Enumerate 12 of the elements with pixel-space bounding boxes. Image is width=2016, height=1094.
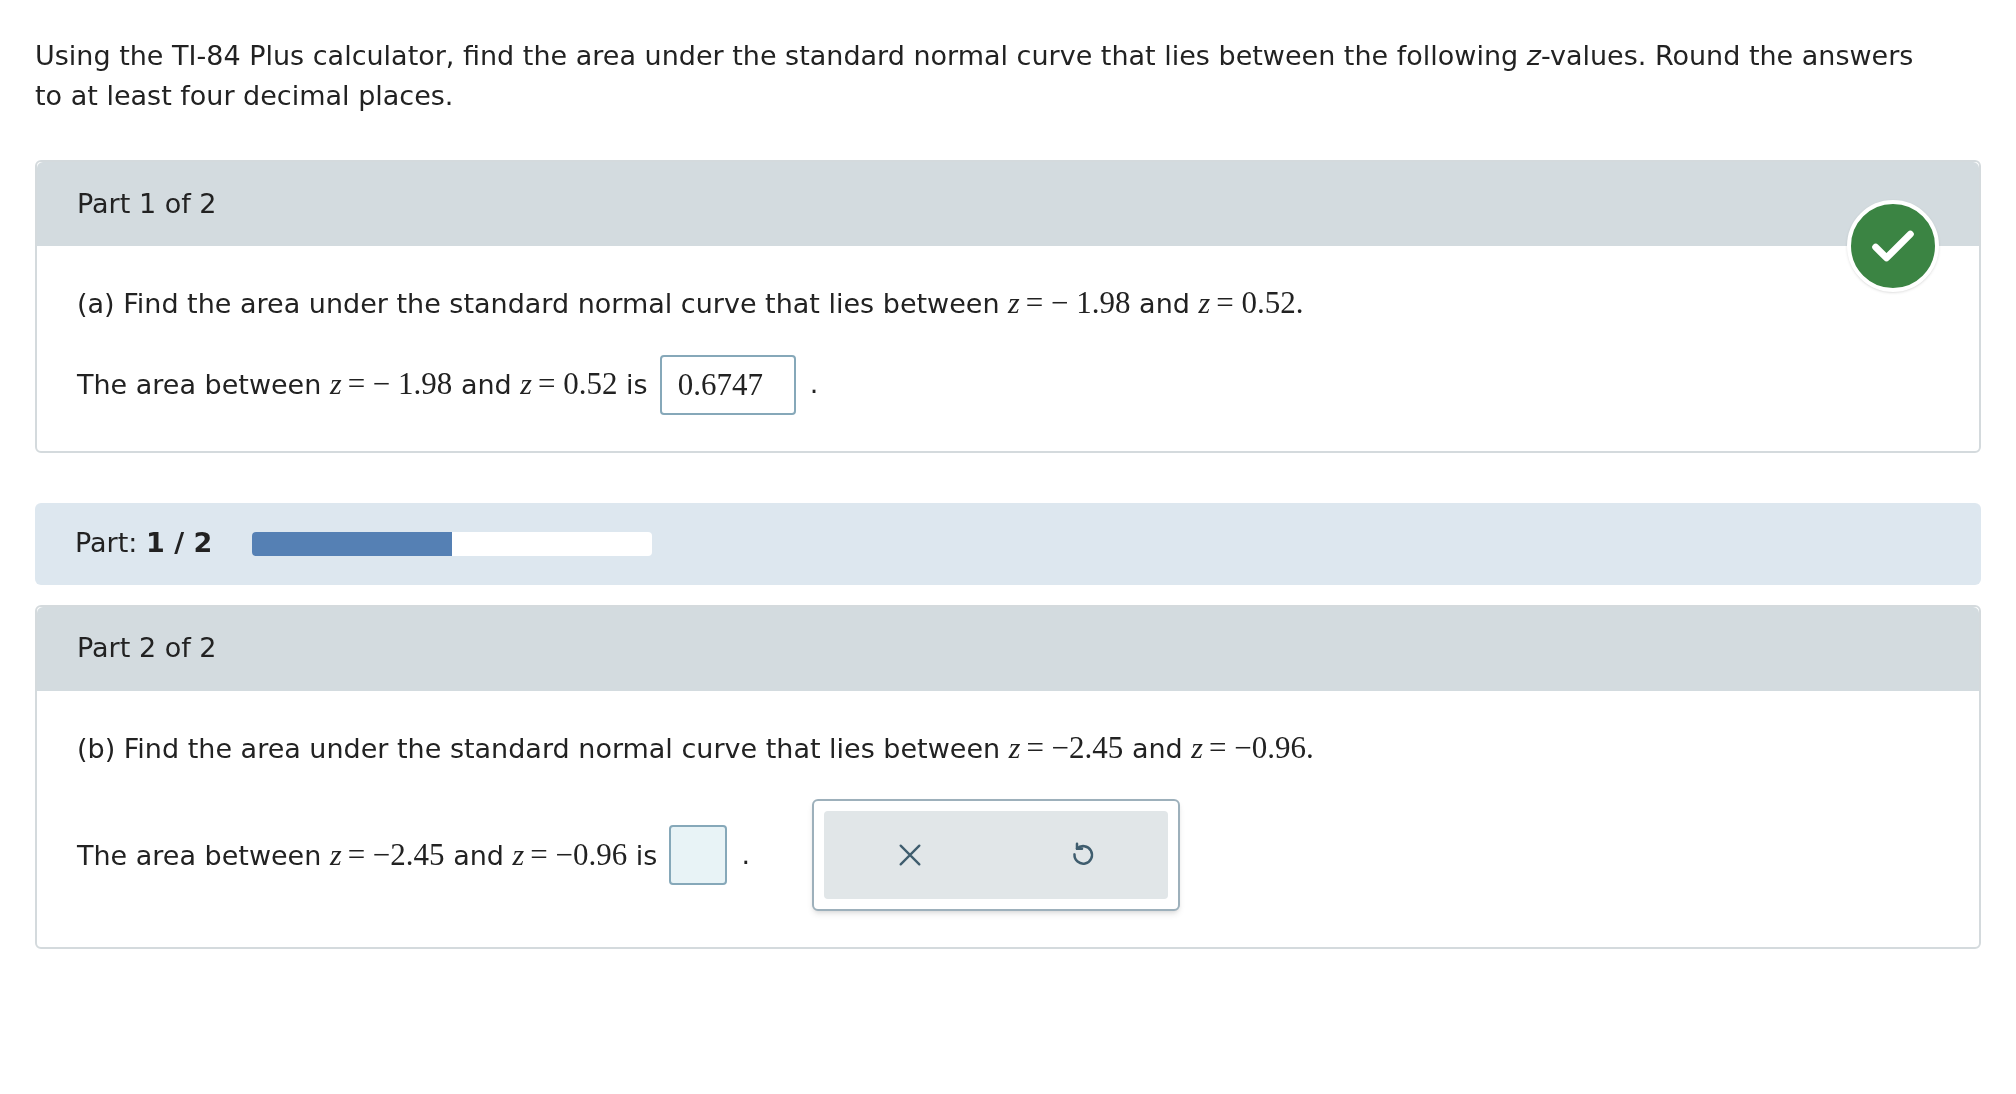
question-text: Using the TI-84 Plus calculator, find the area under the standard normal curve that lies between the following z-values. Round the answers to at least four decimal places.: [35, 39, 1915, 113]
part-title: Part 1 of 2: [77, 186, 217, 221]
period-text: .: [809, 367, 819, 402]
question-text: (b) Find the area under the standard normal curve that lies between z = −2.45 and z = −0.96.: [77, 728, 1315, 767]
answer-text: The area between z = −2.45 and z = −0.96 is: [77, 835, 658, 874]
answer-field[interactable]: 0.6747: [659, 354, 796, 415]
period-text: .: [741, 837, 750, 872]
progress-label: Part: 1 / 2: [75, 526, 213, 561]
answer-text: The area between z = − 1.98 and z = 0.52 is: [77, 365, 648, 404]
question-text: (a) Find the area under the standard normal curve that lies between z = − 1.98 and z = 0.52.: [77, 284, 1305, 322]
answer-field[interactable]: [669, 825, 728, 885]
part-title: Part 2 of 2: [77, 631, 217, 666]
